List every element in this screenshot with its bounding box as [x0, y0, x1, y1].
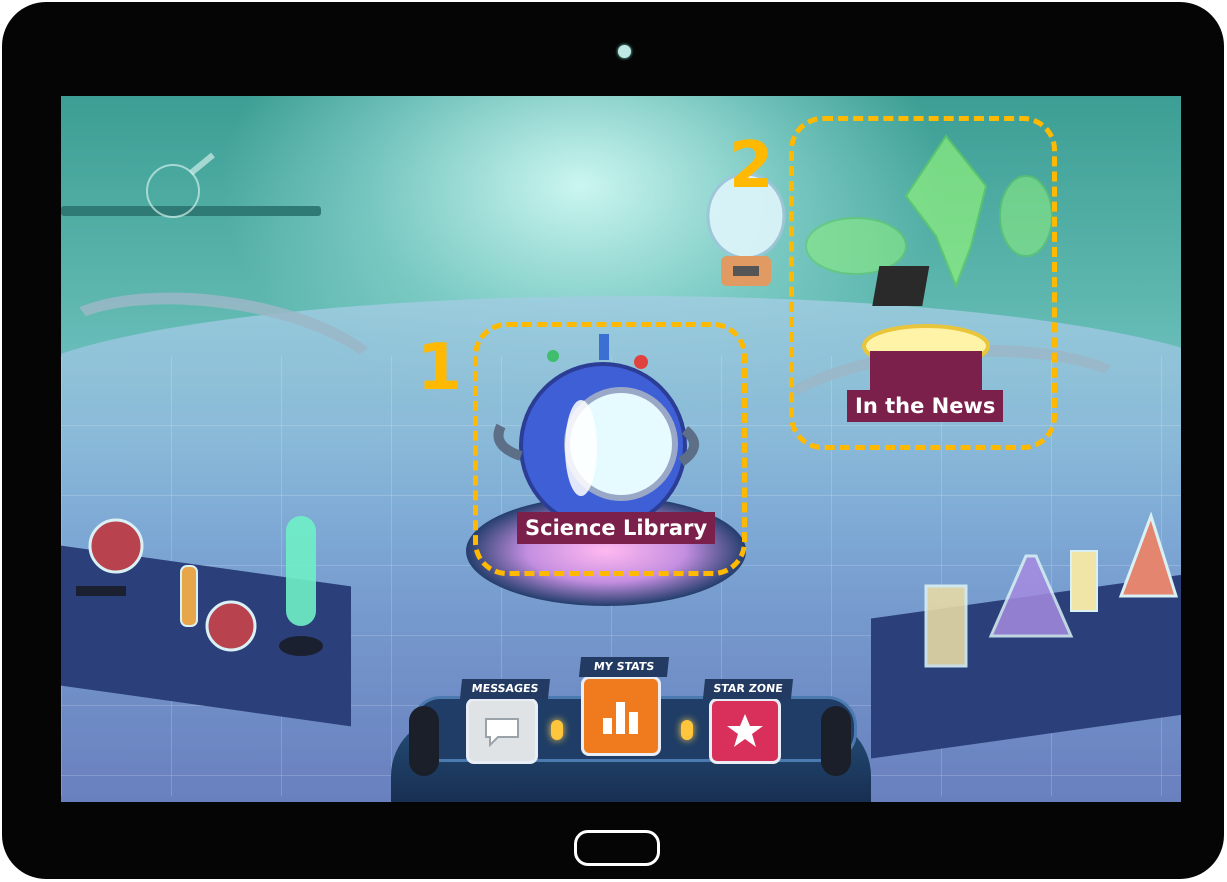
in-the-news-label[interactable]: In the News [847, 390, 1004, 422]
bar-chart-icon [603, 702, 638, 734]
science-library-label[interactable]: Science Library [517, 512, 716, 544]
control-console: MESSAGES MY STATS STAR ZONE [391, 657, 871, 802]
messages-label: MESSAGES [459, 679, 551, 699]
round-flask-icon [146, 152, 215, 218]
my-stats-label: MY STATS [578, 657, 670, 677]
tablet-frame: 1 Science Library 2 In the News MESSAGES [2, 2, 1224, 879]
right-joystick [821, 706, 851, 776]
lab-screen: 1 Science Library 2 In the News MESSAGES [61, 96, 1181, 802]
star-zone-button[interactable]: STAR ZONE [702, 679, 794, 764]
messages-button[interactable]: MESSAGES [459, 679, 551, 764]
star-icon [727, 714, 763, 747]
my-stats-button[interactable]: MY STATS [578, 657, 670, 756]
annotation-number-1: 1 [417, 331, 462, 405]
left-joystick [409, 706, 439, 776]
console-lamp [681, 720, 693, 740]
flask-set-left-icon [76, 516, 323, 656]
annotation-number-2: 2 [729, 129, 774, 203]
console-lamp [551, 720, 563, 740]
star-zone-label: STAR ZONE [702, 679, 794, 699]
camera-lens [618, 45, 631, 58]
home-button[interactable] [574, 830, 660, 866]
flask-set-right-icon [924, 511, 1179, 668]
speech-bubble-icon [485, 718, 519, 747]
